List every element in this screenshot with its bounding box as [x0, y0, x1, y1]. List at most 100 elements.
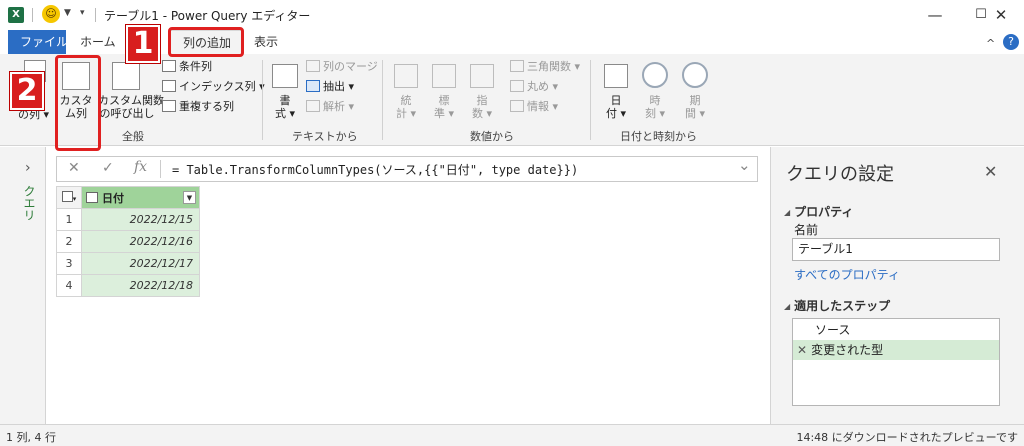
data-grid: ▾ 日付 ▼ 1 2022/12/15 2 2022/12/16 3 2022/12/… [56, 186, 200, 297]
scientific-label-line1: 指 [476, 94, 488, 107]
help-icon[interactable]: ? [1003, 34, 1019, 50]
table-corner-menu[interactable]: ▾ [56, 186, 82, 209]
status-bar: 1 列, 4 行 14:48 にダウンロードされたプレビューです [0, 424, 1024, 446]
properties-header-label: プロパティ [794, 205, 854, 219]
standard-button[interactable]: 標 準 ▾ [430, 94, 458, 120]
calendar-type-icon[interactable] [86, 191, 98, 203]
formula-input[interactable]: = Table.TransformColumnTypes(ソース,{{"日付",… [172, 161, 578, 178]
queries-pane-label[interactable]: クエリ [22, 185, 38, 221]
conditional-column-icon [162, 60, 176, 72]
delete-step-icon[interactable]: ✕ [797, 343, 807, 357]
date-cell[interactable]: 2022/12/16 [81, 230, 200, 253]
commit-formula-icon[interactable]: ✓ [102, 160, 114, 176]
table-row[interactable]: 4 2022/12/18 [56, 274, 200, 297]
applied-steps-header-label: 適用したステップ [794, 299, 891, 313]
date-cell[interactable]: 2022/12/17 [81, 252, 200, 275]
standard-icon[interactable] [432, 64, 456, 88]
scientific-button[interactable]: 指 数 ▾ [468, 94, 496, 120]
ribbon: の列 ▾ カスタ ム列 カスタム関数 の呼び出し 条件列 インデックス列 ▾ 重… [0, 54, 1024, 146]
merge-columns-button[interactable]: 列のマージ [306, 58, 378, 76]
callout-badge-1: 1 [126, 25, 160, 63]
smiley-dropdown-icon[interactable]: ▼ [64, 8, 71, 18]
expand-queries-pane-icon[interactable]: › [25, 160, 31, 176]
group-datetime-label: 日付と時刻から [620, 130, 697, 143]
time-icon[interactable] [642, 62, 668, 88]
merge-columns-label: 列のマージ [323, 60, 378, 73]
title-separator [95, 8, 96, 22]
table-row[interactable]: 3 2022/12/17 [56, 252, 200, 275]
rounding-button[interactable]: 丸め ▾ [510, 78, 558, 96]
status-preview-time: 14:48 にダウンロードされたプレビューです [796, 431, 1018, 444]
table-row[interactable]: 2 2022/12/16 [56, 230, 200, 253]
information-button[interactable]: 情報 ▾ [510, 98, 558, 116]
step-item-source[interactable]: ソース [793, 320, 999, 340]
callout-highlight-add-column-tab [168, 27, 244, 57]
step-item-changed-type[interactable]: ✕ 変更された型 [793, 340, 999, 360]
statistics-label-line2: 計 ▾ [395, 107, 417, 120]
merge-columns-icon [306, 60, 320, 72]
statistics-label-line1: 統 [400, 94, 412, 107]
smiley-feedback-icon[interactable]: ☺ [42, 5, 60, 23]
invoke-function-label-line1: カスタム関数 [98, 94, 164, 107]
tab-view[interactable]: 表示 [242, 30, 290, 54]
duplicate-column-button[interactable]: 重複する列 [162, 98, 234, 116]
tab-home[interactable]: ホーム [68, 30, 128, 54]
invoke-custom-function-button[interactable]: カスタム関数 の呼び出し [98, 94, 164, 120]
cancel-formula-icon[interactable]: ✕ [68, 160, 80, 176]
tab-file[interactable]: ファイル [8, 30, 68, 54]
column-filter-dropdown-icon[interactable]: ▼ [183, 191, 196, 204]
date-button[interactable]: 日 付 ▾ [602, 94, 630, 120]
query-settings-title: クエリの設定 [786, 164, 894, 185]
column-header-date[interactable]: 日付 ▼ [81, 186, 200, 209]
format-icon[interactable] [272, 64, 298, 88]
ribbon-collapse-icon[interactable]: ^ [986, 37, 995, 50]
trigonometry-label: 三角関数 ▾ [527, 60, 581, 73]
duration-icon[interactable] [682, 62, 708, 88]
callout-highlight-custom-column [55, 55, 101, 151]
conditional-column-button[interactable]: 条件列 [162, 58, 212, 76]
conditional-column-label: 条件列 [179, 60, 212, 73]
minimize-button[interactable]: — [912, 0, 958, 30]
scientific-label-line2: 数 ▾ [471, 107, 493, 120]
table-menu-dropdown-icon: ▾ [72, 195, 77, 203]
applied-steps-section-header[interactable]: ◢ 適用したステップ [784, 297, 890, 314]
time-button[interactable]: 時 刻 ▾ [641, 94, 669, 120]
invoke-custom-function-icon[interactable] [112, 62, 140, 90]
statistics-button[interactable]: 統 計 ▾ [392, 94, 420, 120]
extract-label: 抽出 ▾ [323, 80, 355, 93]
step-label: 変更された型 [811, 343, 884, 357]
table-row[interactable]: 1 2022/12/15 [56, 208, 200, 231]
duration-label-line1: 期 [689, 94, 701, 107]
duplicate-column-icon [162, 100, 176, 112]
index-column-button[interactable]: インデックス列 ▾ [162, 78, 265, 96]
column-header-label: 日付 [102, 191, 124, 205]
duration-button[interactable]: 期 間 ▾ [681, 94, 709, 120]
close-button[interactable]: ✕ [978, 0, 1024, 30]
query-name-input[interactable]: テーブル1 [792, 238, 1000, 261]
date-icon[interactable] [604, 64, 628, 88]
parse-button[interactable]: 解析 ▾ [306, 98, 354, 116]
title-separator [32, 8, 33, 22]
rounding-icon [510, 80, 524, 92]
close-settings-icon[interactable]: ✕ [984, 162, 997, 181]
all-properties-link[interactable]: すべてのプロパティ [794, 266, 900, 283]
date-cell[interactable]: 2022/12/15 [81, 208, 200, 231]
scientific-icon[interactable] [470, 64, 494, 88]
trigonometry-button[interactable]: 三角関数 ▾ [510, 58, 580, 76]
extract-icon [306, 80, 320, 92]
extract-button[interactable]: 抽出 ▾ [306, 78, 354, 96]
fx-icon[interactable]: fx [134, 159, 147, 175]
information-icon [510, 100, 524, 112]
group-general-label: 全般 [122, 130, 144, 143]
statistics-icon[interactable] [394, 64, 418, 88]
time-label-line1: 時 [649, 94, 661, 107]
format-button[interactable]: 書 式 ▾ [272, 94, 298, 120]
date-cell[interactable]: 2022/12/18 [81, 274, 200, 297]
format-label-line1: 書 [279, 94, 291, 107]
properties-section-header[interactable]: ◢ プロパティ [784, 203, 853, 220]
expand-formula-icon[interactable]: ⌄ [738, 156, 751, 174]
row-number: 1 [56, 208, 82, 231]
row-number: 3 [56, 252, 82, 275]
quick-access-customize-icon[interactable]: ▾ [80, 8, 85, 18]
trigonometry-icon [510, 60, 524, 72]
